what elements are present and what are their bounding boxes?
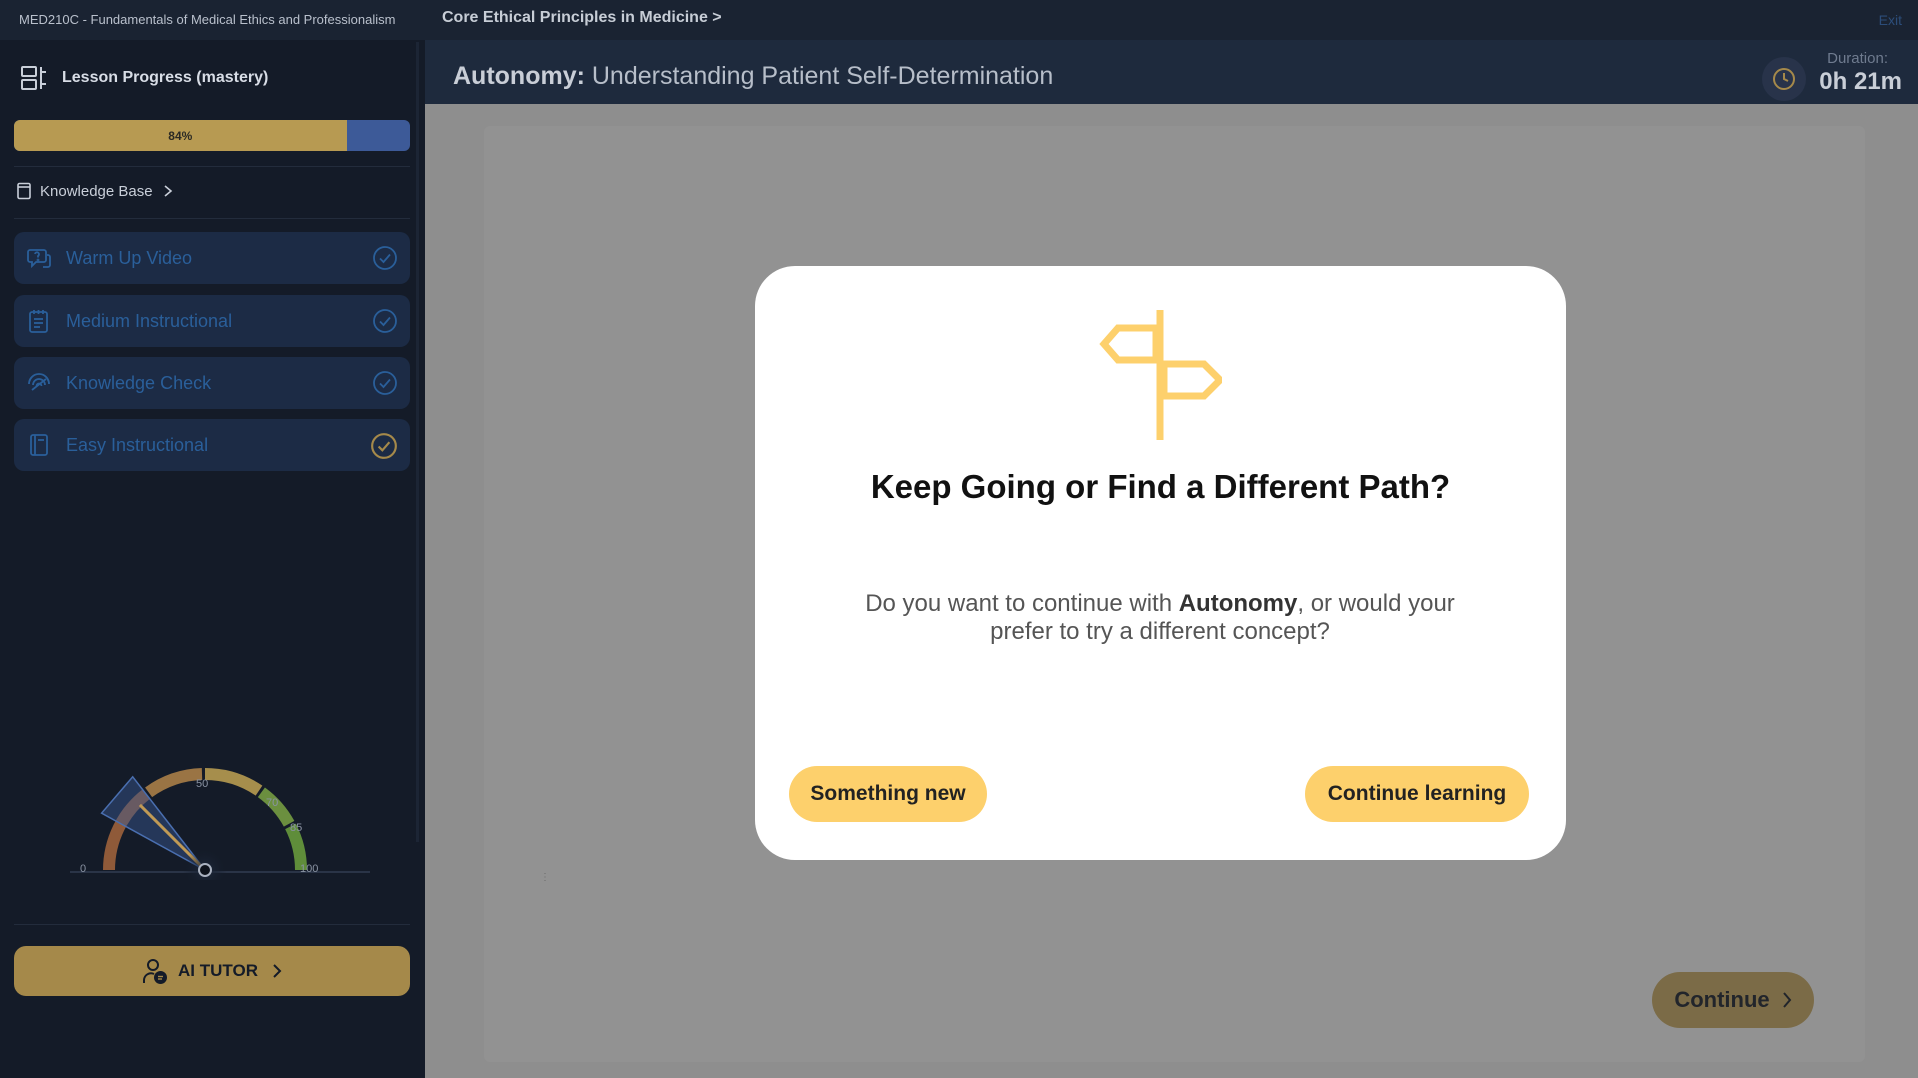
lesson-progress-label: Lesson Progress (mastery) [62, 69, 269, 86]
modal-message: Do you want to continue with Autonomy, o… [860, 590, 1460, 646]
sidebar-scrollbar[interactable] [416, 42, 419, 842]
modal-title: Keep Going or Find a Different Path? [870, 468, 1451, 505]
gauge-tick-label: 85 [290, 822, 302, 834]
check-circle-icon [373, 371, 397, 395]
gauge-tick-label: 0 [80, 863, 86, 875]
mastery-gauge: 0 50 70 85 100 [70, 767, 370, 880]
lesson-item-medium-instructional[interactable]: Medium Instructional [14, 295, 410, 347]
top-bar: Core Ethical Principles in Medicine > Ex… [425, 0, 1918, 40]
duration-label: Duration: [1827, 50, 1888, 67]
chevron-right-icon [273, 964, 282, 978]
check-circle-icon [373, 309, 397, 333]
breadcrumb[interactable]: Core Ethical Principles in Medicine > [442, 9, 722, 27]
lesson-progress-header: Lesson Progress (mastery) [20, 64, 268, 92]
ai-tutor-button[interactable]: AI TUTOR [14, 946, 410, 996]
lesson-item-easy-instructional[interactable]: Easy Instructional [14, 419, 410, 471]
lesson-item-knowledge-check[interactable]: Knowledge Check [14, 357, 410, 409]
lesson-header: Autonomy: Understanding Patient Self-Det… [425, 40, 1918, 104]
lesson-item-warm-up-video[interactable]: Warm Up Video [14, 232, 410, 284]
video-question-icon [26, 245, 52, 271]
continue-learning-button[interactable]: Continue learning [1305, 766, 1529, 822]
chevron-right-icon [1782, 992, 1791, 1008]
lesson-title: Autonomy: Understanding Patient Self-Det… [453, 62, 1053, 91]
tutor-user-icon [143, 959, 168, 984]
lesson-item-label: Knowledge Check [66, 372, 212, 393]
knowledge-base-link[interactable]: Knowledge Base [16, 182, 181, 200]
book-icon [26, 432, 52, 458]
course-title: MED210C - Fundamentals of Medical Ethics… [0, 0, 425, 40]
modal-message-concept: Autonomy [1178, 590, 1298, 617]
lesson-progress-bar: 84% [14, 120, 410, 151]
clock-icon [1762, 57, 1806, 101]
signal-icon [26, 370, 52, 396]
chevron-right-icon [164, 185, 172, 197]
progress-layout-icon [21, 66, 46, 90]
gauge-hub [198, 863, 212, 877]
continue-label: Continue [1674, 987, 1770, 1012]
lesson-item-label: Easy Instructional [66, 434, 209, 455]
gauge-tick-label: 50 [196, 778, 208, 790]
more-dots-icon: ⋮ [540, 872, 550, 883]
sidebar: MED210C - Fundamentals of Medical Ethics… [0, 0, 425, 1078]
gauge-tick-label: 70 [266, 797, 278, 809]
something-new-button[interactable]: Something new [789, 766, 987, 822]
ai-tutor-label: AI TUTOR [178, 961, 258, 980]
divider [14, 924, 410, 925]
document-icon [26, 308, 52, 334]
book-icon [17, 182, 31, 200]
continue-button[interactable]: Continue [1652, 972, 1814, 1028]
lesson-item-label: Warm Up Video [66, 247, 193, 268]
check-circle-icon [371, 433, 397, 459]
gauge-arc-good [204, 767, 263, 796]
modal-message-part: Do you want to continue with [865, 590, 1179, 617]
divider [14, 166, 410, 167]
lesson-item-label: Medium Instructional [66, 310, 233, 331]
signpost-icon [1099, 310, 1222, 440]
exit-link[interactable]: Exit [1879, 12, 1902, 28]
check-circle-icon [373, 246, 397, 270]
lesson-title-text: Understanding Patient Self-Determination [591, 62, 1054, 90]
duration-value: 0h 21m [1819, 68, 1902, 95]
lesson-progress-percent: 84% [168, 128, 193, 143]
lesson-concept: Autonomy: [453, 62, 585, 90]
gauge-tick-label: 100 [300, 863, 318, 875]
lesson-progress-fill: 84% [14, 120, 347, 151]
knowledge-base-label: Knowledge Base [40, 182, 153, 200]
path-choice-modal: Keep Going or Find a Different Path? Do … [755, 266, 1566, 860]
divider [14, 218, 410, 219]
gauge-arc-mid [145, 768, 203, 798]
